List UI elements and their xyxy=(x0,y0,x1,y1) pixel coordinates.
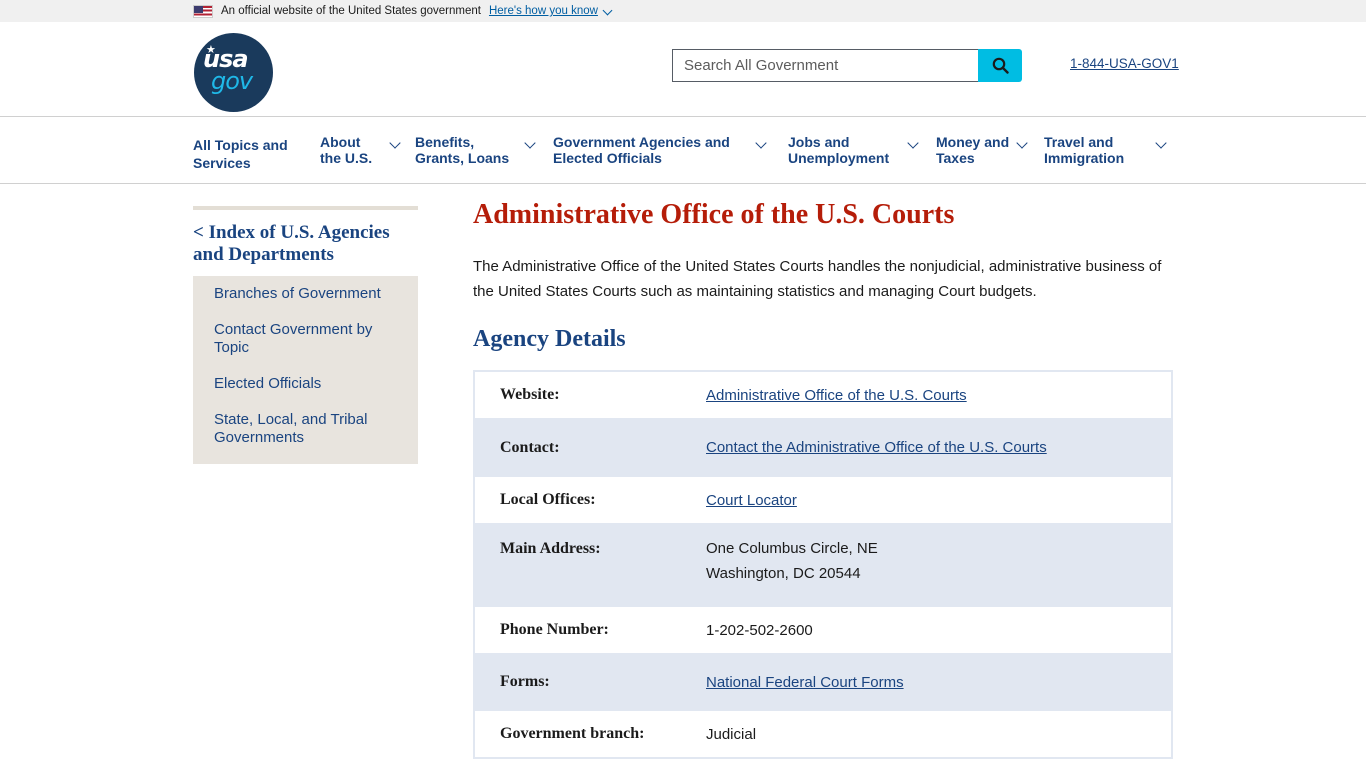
contact-link[interactable]: Contact the Administrative Office of the… xyxy=(706,439,1047,456)
chevron-down-icon[interactable] xyxy=(524,137,536,149)
nav-label-line1: Money and xyxy=(936,134,1010,150)
sidebar: < Index of U.S. Agencies and Departments… xyxy=(193,206,418,464)
main-content: Administrative Office of the U.S. Courts… xyxy=(473,198,1173,759)
search-input[interactable] xyxy=(672,49,978,82)
address-line1: One Columbus Circle, NE xyxy=(706,540,878,557)
search-button[interactable] xyxy=(978,49,1022,82)
detail-value: Administrative Office of the U.S. Courts xyxy=(706,383,967,408)
detail-value: Contact the Administrative Office of the… xyxy=(706,435,1047,460)
phone-link[interactable]: 1-844-USA-GOV1 xyxy=(1070,56,1179,71)
detail-key: Website: xyxy=(500,386,560,403)
chevron-down-icon[interactable] xyxy=(1155,137,1167,149)
chevron-down-icon[interactable] xyxy=(389,137,401,149)
agency-description: The Administrative Office of the United … xyxy=(473,258,1162,300)
detail-row-branch: Government branch: Judicial xyxy=(475,711,1171,757)
nav-money-taxes[interactable]: Money and Taxes xyxy=(936,134,1010,166)
us-flag-icon xyxy=(193,4,213,18)
nav-label-line1: All Topics and xyxy=(193,137,288,153)
main-nav: All Topics and Services About the U.S. B… xyxy=(0,117,1366,184)
nav-government-agencies[interactable]: Government Agencies and Elected Official… xyxy=(553,134,730,166)
sidebar-menu: Branches of Government Contact Governmen… xyxy=(193,276,418,464)
detail-key: Main Address: xyxy=(500,540,601,557)
nav-about-us[interactable]: About the U.S. xyxy=(320,134,373,166)
nav-label-line2: Immigration xyxy=(1044,149,1125,166)
chevron-down-icon[interactable] xyxy=(755,137,767,149)
search-icon xyxy=(992,57,1009,74)
banner-link-label: Here's how you know xyxy=(488,5,598,17)
detail-value: Court Locator xyxy=(706,488,797,513)
detail-key: Phone Number: xyxy=(500,621,609,638)
detail-value: 1-202-502-2600 xyxy=(706,621,813,639)
nav-benefits[interactable]: Benefits, Grants, Loans xyxy=(415,134,510,166)
sidebar-back-link[interactable]: < Index of U.S. Agencies and Departments xyxy=(193,210,418,276)
nav-all-topics[interactable]: All Topics and Services xyxy=(193,136,303,172)
detail-key: Government branch: xyxy=(500,725,645,742)
detail-row-local-offices: Local Offices: Court Locator xyxy=(475,477,1171,523)
detail-row-website: Website: Administrative Office of the U.… xyxy=(475,372,1171,418)
nav-label-line2: Services xyxy=(193,155,251,171)
detail-key: Contact: xyxy=(500,438,560,456)
detail-row-main-address: Main Address: One Columbus Circle, NE Wa… xyxy=(475,523,1171,607)
logo-gov: gov xyxy=(211,67,253,95)
forms-link[interactable]: National Federal Court Forms xyxy=(706,674,904,691)
banner-text: An official website of the United States… xyxy=(221,5,481,17)
usagov-logo[interactable]: ★ usa gov xyxy=(194,33,273,112)
court-locator-link[interactable]: Court Locator xyxy=(706,492,797,509)
nav-label-line1: Government Agencies and xyxy=(553,134,730,150)
nav-label-line2: Grants, Loans xyxy=(415,149,510,166)
nav-jobs[interactable]: Jobs and Unemployment xyxy=(788,134,890,166)
nav-label-line1: About xyxy=(320,134,361,150)
nav-label-line2: Elected Officials xyxy=(553,149,662,166)
detail-key: Local Offices: xyxy=(500,491,596,508)
sidebar-item-branches[interactable]: Branches of Government xyxy=(193,285,418,303)
gov-banner: An official website of the United States… xyxy=(0,0,1366,22)
sidebar-item-state-local-tribal[interactable]: State, Local, and Tribal Governments xyxy=(193,411,418,447)
detail-key: Forms: xyxy=(500,673,550,690)
page-title: Administrative Office of the U.S. Courts xyxy=(473,199,955,230)
detail-value: National Federal Court Forms xyxy=(706,670,904,695)
heres-how-you-know-link[interactable]: Here's how you know xyxy=(488,5,613,17)
sidebar-item-elected-officials[interactable]: Elected Officials xyxy=(193,375,418,393)
website-link[interactable]: Administrative Office of the U.S. Courts xyxy=(706,387,967,404)
detail-row-phone: Phone Number: 1-202-502-2600 xyxy=(475,607,1171,653)
address-line2: Washington, DC 20544 xyxy=(706,565,861,582)
sidebar-item-contact-by-topic[interactable]: Contact Government by Topic xyxy=(193,321,418,357)
nav-label-line2: the U.S. xyxy=(320,149,373,166)
site-header: ★ usa gov 1-844-USA-GOV1 xyxy=(0,22,1366,117)
agency-details-table: Website: Administrative Office of the U.… xyxy=(473,370,1173,759)
chevron-down-icon[interactable] xyxy=(907,137,919,149)
detail-value: Judicial xyxy=(706,725,757,743)
chevron-down-icon xyxy=(602,5,613,16)
nav-label-line2: Unemployment xyxy=(788,149,890,166)
detail-value: One Columbus Circle, NE Washington, DC 2… xyxy=(706,536,878,607)
chevron-down-icon[interactable] xyxy=(1016,137,1028,149)
detail-row-forms: Forms: National Federal Court Forms xyxy=(475,653,1171,711)
nav-label-line1: Jobs and xyxy=(788,134,850,150)
section-title: Agency Details xyxy=(473,326,626,352)
nav-label-line2: Taxes xyxy=(936,149,975,166)
detail-row-contact: Contact: Contact the Administrative Offi… xyxy=(475,418,1171,477)
nav-label-line1: Benefits, xyxy=(415,134,475,150)
nav-label-line1: Travel and xyxy=(1044,134,1114,150)
search-form xyxy=(672,49,1022,82)
nav-travel[interactable]: Travel and Immigration xyxy=(1044,134,1125,166)
